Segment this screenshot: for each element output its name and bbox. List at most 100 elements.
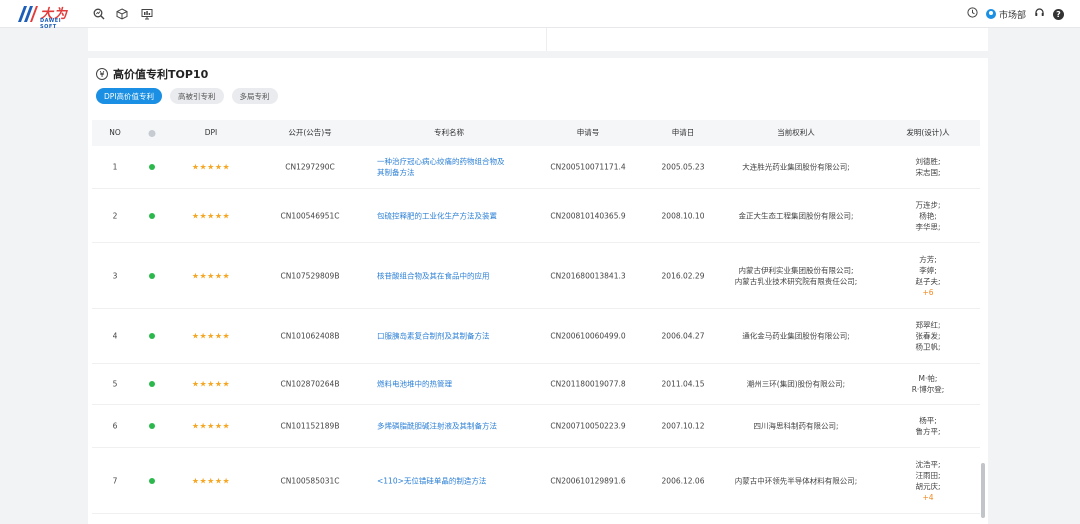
patent-title-link[interactable]: 口服胰岛素复合制剂及其制备方法 (377, 331, 511, 342)
patent-title-link[interactable]: 包硫控释肥的工业化生产方法及装置 (377, 210, 511, 221)
header-app-no[interactable]: 申请号 (577, 120, 600, 146)
application-number: CN201680013841.3 (550, 271, 626, 280)
help-icon[interactable]: ? (1053, 8, 1064, 20)
tab-highly-cited[interactable]: 高被引专利 (170, 88, 224, 104)
status-dot-icon (149, 423, 155, 429)
search-analytics-icon[interactable] (92, 7, 106, 21)
current-holder: 内蒙古中环领先半导体材料有限公司; (735, 475, 858, 486)
holder-line: 大连胜光药业集团股份有限公司; (742, 162, 850, 172)
application-number: CN200710050223.9 (550, 421, 626, 431)
inventor-name: 郑翠红; (915, 320, 941, 330)
holder-line: 内蒙古中环领先半导体材料有限公司; (734, 476, 858, 485)
publication-number: CN100585031C (280, 476, 340, 485)
patent-title-link[interactable]: 核苷酸组合物及其在食品中的应用 (377, 270, 511, 281)
patent-title-link[interactable]: <110>无位错硅单晶的制造方法 (377, 475, 511, 486)
inventor-list: 沈浩平; 汪雨田; 胡元庆; +4 (915, 459, 940, 503)
clock-icon[interactable] (967, 7, 978, 21)
inventor-name: 方芳; (919, 254, 937, 264)
dpi-star-rating: ★★★★★ (191, 211, 231, 220)
table-row: 6 ★★★★★ CN101152189B 多烯磷脂酰胆碱注射液及其制备方法 CN2007… (92, 405, 980, 448)
tab-dpi-high-value[interactable]: DPI高价值专利 (96, 88, 163, 104)
header-pub-no[interactable]: 公开(公告)号 (288, 120, 331, 146)
patent-title-link[interactable]: 燃料电池堆中的热管理 (377, 379, 511, 390)
dpi-star-rating: ★★★★★ (191, 271, 231, 280)
header-right-group: 市场部 ? (967, 0, 1064, 28)
row-number: 5 (112, 379, 118, 389)
row-number: 1 (112, 162, 118, 172)
header-no[interactable]: NO (109, 120, 121, 146)
logo-mark-icon (18, 6, 38, 22)
inventor-name: 汪雨田; (915, 470, 941, 480)
patent-title-link[interactable]: 多烯磷脂酰胆碱注射液及其制备方法 (377, 421, 511, 432)
status-dot-icon (149, 212, 155, 219)
application-date: 2006.12.06 (661, 476, 705, 485)
inventor-list: 杨平; 鲁方平; (915, 415, 940, 437)
headset-icon[interactable] (1034, 7, 1045, 21)
current-holder: 金正大生态工程集团股份有限公司; (738, 210, 853, 221)
tab-multi-office[interactable]: 多局专利 (231, 88, 278, 104)
application-number: CN201180019077.8 (550, 379, 626, 389)
user-menu[interactable]: 市场部 (985, 8, 1026, 21)
top-bar: 大为 DAWEI SOFT 市场部 ? (0, 0, 1080, 30)
logo-subtitle: DAWEI SOFT (40, 18, 62, 30)
section-title-text: 高价值专利TOP10 (113, 68, 209, 81)
inventor-name: 杨卫帆; (915, 342, 941, 352)
current-holder: 大连胜光药业集团股份有限公司; (742, 162, 850, 173)
inventor-name: 沈浩平; (915, 459, 941, 469)
dpi-star-rating: ★★★★★ (191, 421, 231, 431)
application-number: CN200610060499.0 (550, 331, 626, 341)
inventor-name: 胡元庆; (915, 481, 941, 491)
current-holder: 潮州三环(集团)股份有限公司; (747, 379, 845, 390)
user-avatar-icon (985, 9, 996, 19)
application-date: 2016.02.29 (661, 271, 705, 280)
header-app-date[interactable]: 申请日 (672, 120, 695, 146)
app-logo[interactable]: 大为 DAWEI SOFT (16, 3, 74, 30)
more-inventors-link[interactable]: +6 (915, 287, 940, 298)
row-number: 3 (112, 271, 118, 280)
dpi-star-rating: ★★★★★ (191, 379, 231, 389)
publication-number: CN100546951C (280, 211, 340, 220)
more-inventors-link[interactable]: +4 (915, 492, 940, 503)
current-holder: 内蒙古伊利实业集团股份有限公司; 内蒙古乳业技术研究院有限责任公司; (735, 265, 858, 287)
header-inventor[interactable]: 发明(设计)人 (906, 120, 949, 146)
status-dot-icon (149, 477, 155, 484)
monitor-icon[interactable] (140, 7, 154, 21)
application-date: 2006.04.27 (661, 331, 705, 341)
patent-title-link[interactable]: 一种治疗冠心病心绞痛的药物组合物及其制备方法 (377, 156, 511, 178)
application-number: CN200810140365.9 (550, 211, 626, 220)
row-number: 4 (112, 331, 118, 341)
inventor-name: 刘德胜; (915, 157, 941, 166)
row-number: 6 (112, 421, 118, 431)
inventor-name: M·帕; (918, 374, 938, 383)
inventor-list: 方芳; 李婷; 赵子夫; +6 (915, 254, 940, 298)
header-dpi[interactable]: DPI (205, 120, 218, 146)
row-number: 7 (112, 476, 118, 485)
inventor-name: 杨艳; (919, 211, 937, 220)
inventor-name: 杨平; (919, 416, 937, 425)
scrollbar[interactable] (981, 463, 985, 518)
inventor-name: 李华思; (915, 222, 941, 231)
cube-icon[interactable] (115, 7, 129, 21)
previous-section-card (88, 28, 988, 51)
header-holder[interactable]: 当前权利人 (777, 120, 815, 146)
holder-line: 内蒙古伊利实业集团股份有限公司; (738, 265, 854, 275)
section-title: ¥ 高价值专利TOP10 (96, 66, 208, 82)
inventor-list: 万连步; 杨艳; 李华思; (915, 199, 940, 232)
holder-line: 潮州三环(集团)股份有限公司; (746, 379, 846, 389)
inventor-name: 李婷; (919, 265, 937, 275)
application-date: 2005.05.23 (661, 162, 705, 172)
publication-number: CN101062408B (280, 331, 340, 341)
inventor-name: 赵子夫; (915, 276, 941, 286)
publication-number: CN101152189B (280, 421, 340, 431)
status-dot-icon (149, 164, 155, 170)
patent-tabs: DPI高价值专利 高被引专利 多局专利 (96, 88, 278, 104)
application-date: 2008.10.10 (661, 211, 705, 220)
yen-icon: ¥ (96, 68, 108, 80)
application-date: 2011.04.15 (661, 379, 705, 389)
header-title[interactable]: 专利名称 (434, 120, 464, 146)
application-number: CN200610129891.6 (550, 476, 626, 485)
inventor-list: 刘德胜; 宋志国; (915, 156, 940, 178)
inventor-name: R·博尔登; (911, 385, 945, 394)
table-header: NO DPI 公开(公告)号 专利名称 申请号 申请日 当前权利人 发明(设计)… (92, 120, 980, 146)
publication-number: CN107529809B (280, 271, 340, 280)
